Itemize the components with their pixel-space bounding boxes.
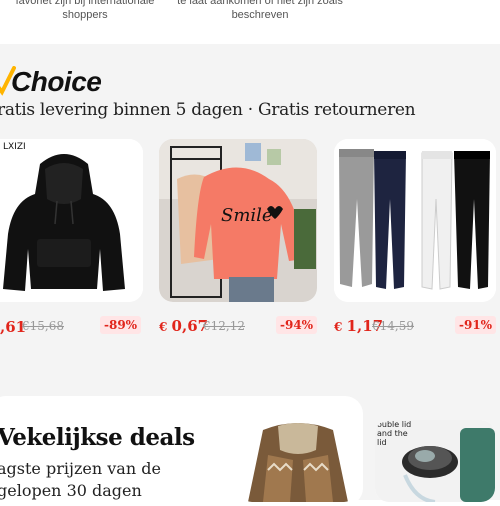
deal-card-jacket[interactable] xyxy=(238,420,358,502)
product-image-sweatpants xyxy=(334,139,496,302)
price-old-3: €14,59 xyxy=(372,319,414,333)
product-card-hoodie-black[interactable]: LXIZI xyxy=(0,139,143,302)
deals-title[interactable]: Vekelijkse deals xyxy=(0,424,195,451)
feature-text-left: favoriet zijn bij internationale shopper… xyxy=(15,0,155,21)
svg-text:Smile: Smile xyxy=(221,205,273,226)
price-old-2: €12,12 xyxy=(203,319,245,333)
deal-card-bottle[interactable]: ouble lid and the lid xyxy=(375,420,495,502)
product-image-pink-hoodie: Smile xyxy=(159,139,317,302)
choice-subtitle: ratis levering binnen 5 dagen · Gratis r… xyxy=(0,100,416,120)
discount-badge-3: -91% xyxy=(455,316,497,334)
discount-badge-2: -94% xyxy=(276,316,318,334)
discount-badge-1: -89% xyxy=(100,316,142,334)
product-card-hoodie-pink[interactable]: Smile xyxy=(159,139,317,302)
deal-caption: ouble lid and the lid xyxy=(377,420,412,447)
top-strip: favoriet zijn bij internationale shopper… xyxy=(0,0,500,44)
product-card-sweatpants[interactable] xyxy=(334,139,496,302)
price-old-1: €15,68 xyxy=(22,319,64,333)
deal-image-jacket xyxy=(238,420,358,502)
feature-text-right: te laat aankomen of niet zijn zoals besc… xyxy=(177,0,343,21)
brand-tag: LXIZI xyxy=(3,142,26,152)
price-current-2: € 0,67 xyxy=(159,317,209,335)
product-image-black-hoodie xyxy=(0,139,143,302)
choice-title[interactable]: Choice xyxy=(11,66,102,98)
deals-subtitle: agste prijzen van de gelopen 30 dagen xyxy=(0,459,161,500)
